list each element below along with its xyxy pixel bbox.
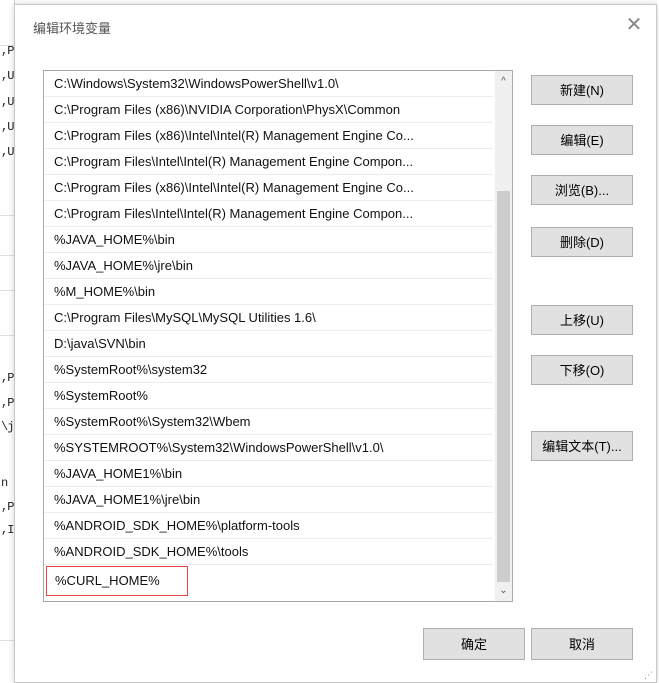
resize-grip-icon[interactable]: ⋰	[644, 670, 654, 680]
path-list-item[interactable]: %SystemRoot%	[44, 383, 493, 409]
background-text-fragment: ,P	[1, 371, 14, 385]
close-icon[interactable]: ✕	[620, 11, 648, 39]
path-list-item[interactable]: %SystemRoot%\System32\Wbem	[44, 409, 493, 435]
background-text-fragment: ,I	[1, 523, 14, 537]
background-text-fragment: ,P	[1, 396, 14, 410]
path-list-item[interactable]: %SystemRoot%\system32	[44, 357, 493, 383]
cancel-button[interactable]: 取消	[531, 628, 633, 660]
path-list-item[interactable]: %ANDROID_SDK_HOME%\tools	[44, 539, 493, 565]
move-down-button[interactable]: 下移(O)	[531, 355, 633, 385]
scroll-up-arrow-icon[interactable]: ^	[495, 73, 512, 90]
path-list-item[interactable]: C:\Windows\System32\WindowsPowerShell\v1…	[44, 71, 493, 97]
path-list-item[interactable]: C:\Program Files\Intel\Intel(R) Manageme…	[44, 201, 493, 227]
background-text-fragment: ,P	[1, 44, 14, 58]
background-text-fragment: ,P	[1, 500, 14, 514]
new-button[interactable]: 新建(N)	[531, 75, 633, 105]
scroll-down-arrow-icon[interactable]: ⌄	[495, 582, 512, 599]
background-text-fragment: ,U	[1, 69, 14, 83]
path-list-item[interactable]: %JAVA_HOME%\bin	[44, 227, 493, 253]
edit-environment-variable-dialog: 编辑环境变量 ✕ C:\Windows\System32\WindowsPowe…	[14, 4, 657, 683]
delete-button[interactable]: 删除(D)	[531, 227, 633, 257]
edit-text-button[interactable]: 编辑文本(T)...	[531, 431, 633, 461]
path-list-item[interactable]: %M_HOME%\bin	[44, 279, 493, 305]
background-divider	[0, 335, 14, 336]
background-text-fragment: ,U	[1, 120, 14, 134]
path-list-item[interactable]: C:\Program Files (x86)\Intel\Intel(R) Ma…	[44, 123, 493, 149]
path-list[interactable]: C:\Windows\System32\WindowsPowerShell\v1…	[43, 70, 513, 602]
path-list-item[interactable]: %JAVA_HOME1%\bin	[44, 461, 493, 487]
path-list-item[interactable]: C:\Program Files\Intel\Intel(R) Manageme…	[44, 149, 493, 175]
path-list-item[interactable]: D:\java\SVN\bin	[44, 331, 493, 357]
edit-button[interactable]: 编辑(E)	[531, 125, 633, 155]
background-text-fragment: ,U	[1, 145, 14, 159]
background-divider	[0, 215, 14, 216]
path-list-item[interactable]: %SYSTEMROOT%\System32\WindowsPowerShell\…	[44, 435, 493, 461]
path-list-items: C:\Windows\System32\WindowsPowerShell\v1…	[44, 71, 493, 596]
dialog-titlebar[interactable]: 编辑环境变量 ✕	[15, 5, 656, 45]
path-list-item[interactable]: %JAVA_HOME1%\jre\bin	[44, 487, 493, 513]
path-list-item[interactable]: %ANDROID_SDK_HOME%\platform-tools	[44, 513, 493, 539]
ok-button[interactable]: 确定	[423, 628, 525, 660]
path-list-item[interactable]: C:\Program Files\MySQL\MySQL Utilities 1…	[44, 305, 493, 331]
background-text-fragment: n	[1, 476, 8, 490]
path-list-item[interactable]: C:\Program Files (x86)\NVIDIA Corporatio…	[44, 97, 493, 123]
background-divider	[0, 640, 14, 641]
path-list-item[interactable]: C:\Program Files (x86)\Intel\Intel(R) Ma…	[44, 175, 493, 201]
scroll-thumb[interactable]	[497, 191, 510, 582]
path-list-item[interactable]: %JAVA_HOME%\jre\bin	[44, 253, 493, 279]
list-scrollbar[interactable]: ^ ⌄	[495, 71, 512, 601]
dialog-title: 编辑环境变量	[33, 21, 112, 36]
path-edit-field[interactable]: %CURL_HOME%	[46, 566, 188, 596]
browse-button[interactable]: 浏览(B)...	[531, 175, 633, 205]
background-divider	[0, 290, 14, 291]
background-text-fragment: ,U	[1, 95, 14, 109]
background-window-strip: ,P ,U ,U ,U ,U ,P ,P \j n ,P ,I	[0, 0, 15, 683]
background-text-fragment: \j	[1, 420, 14, 434]
move-up-button[interactable]: 上移(U)	[531, 305, 633, 335]
background-divider	[0, 255, 14, 256]
